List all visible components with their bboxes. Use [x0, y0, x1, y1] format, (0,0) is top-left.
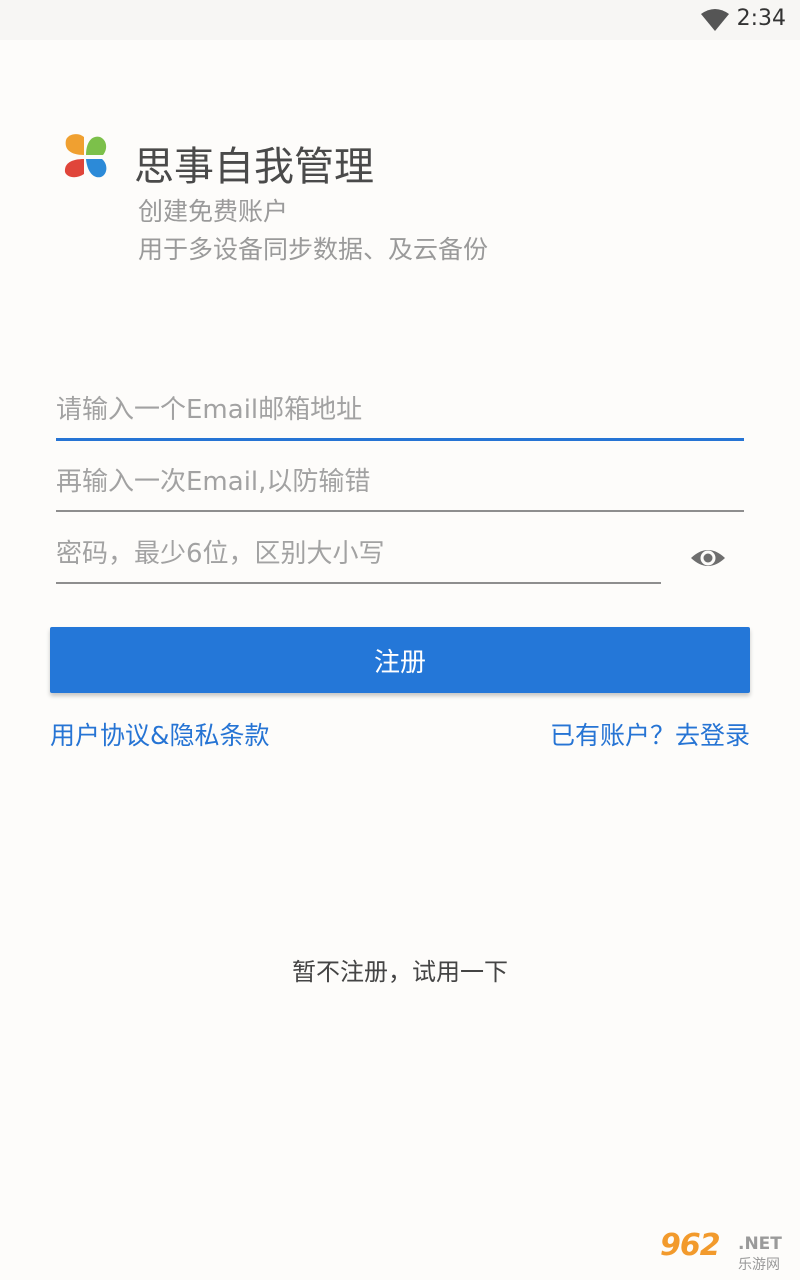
subtitle-sync-description: 用于多设备同步数据、及云备份 [138, 235, 489, 264]
eye-icon[interactable] [690, 540, 726, 576]
email-field-container [56, 384, 744, 441]
email-confirm-field-container [56, 456, 744, 512]
terms-privacy-link[interactable]: 用户协议&隐私条款 [50, 716, 270, 752]
watermark-domain: .NET [738, 1234, 782, 1254]
subtitle-create-account: 创建免费账户 [138, 197, 289, 226]
email-confirm-input[interactable] [56, 462, 744, 502]
register-button[interactable]: 注册 [50, 627, 750, 693]
watermark-name: 乐游网 [738, 1257, 780, 1273]
status-bar: 2:34 [0, 0, 800, 40]
try-without-register-link[interactable]: 暂不注册，试用一下 [0, 952, 800, 987]
login-link[interactable]: 已有账户？去登录 [550, 716, 750, 752]
app-title: 思事自我管理 [134, 144, 374, 190]
status-time: 2:34 [736, 6, 786, 31]
password-input[interactable] [56, 534, 661, 574]
watermark-brand: 962 [660, 1228, 721, 1263]
email-input[interactable] [56, 390, 744, 430]
password-field-container [56, 528, 661, 584]
clover-logo-icon [64, 134, 107, 178]
watermark-logo: 962 .NET 乐游网 [660, 1228, 792, 1274]
wifi-icon [701, 9, 729, 31]
